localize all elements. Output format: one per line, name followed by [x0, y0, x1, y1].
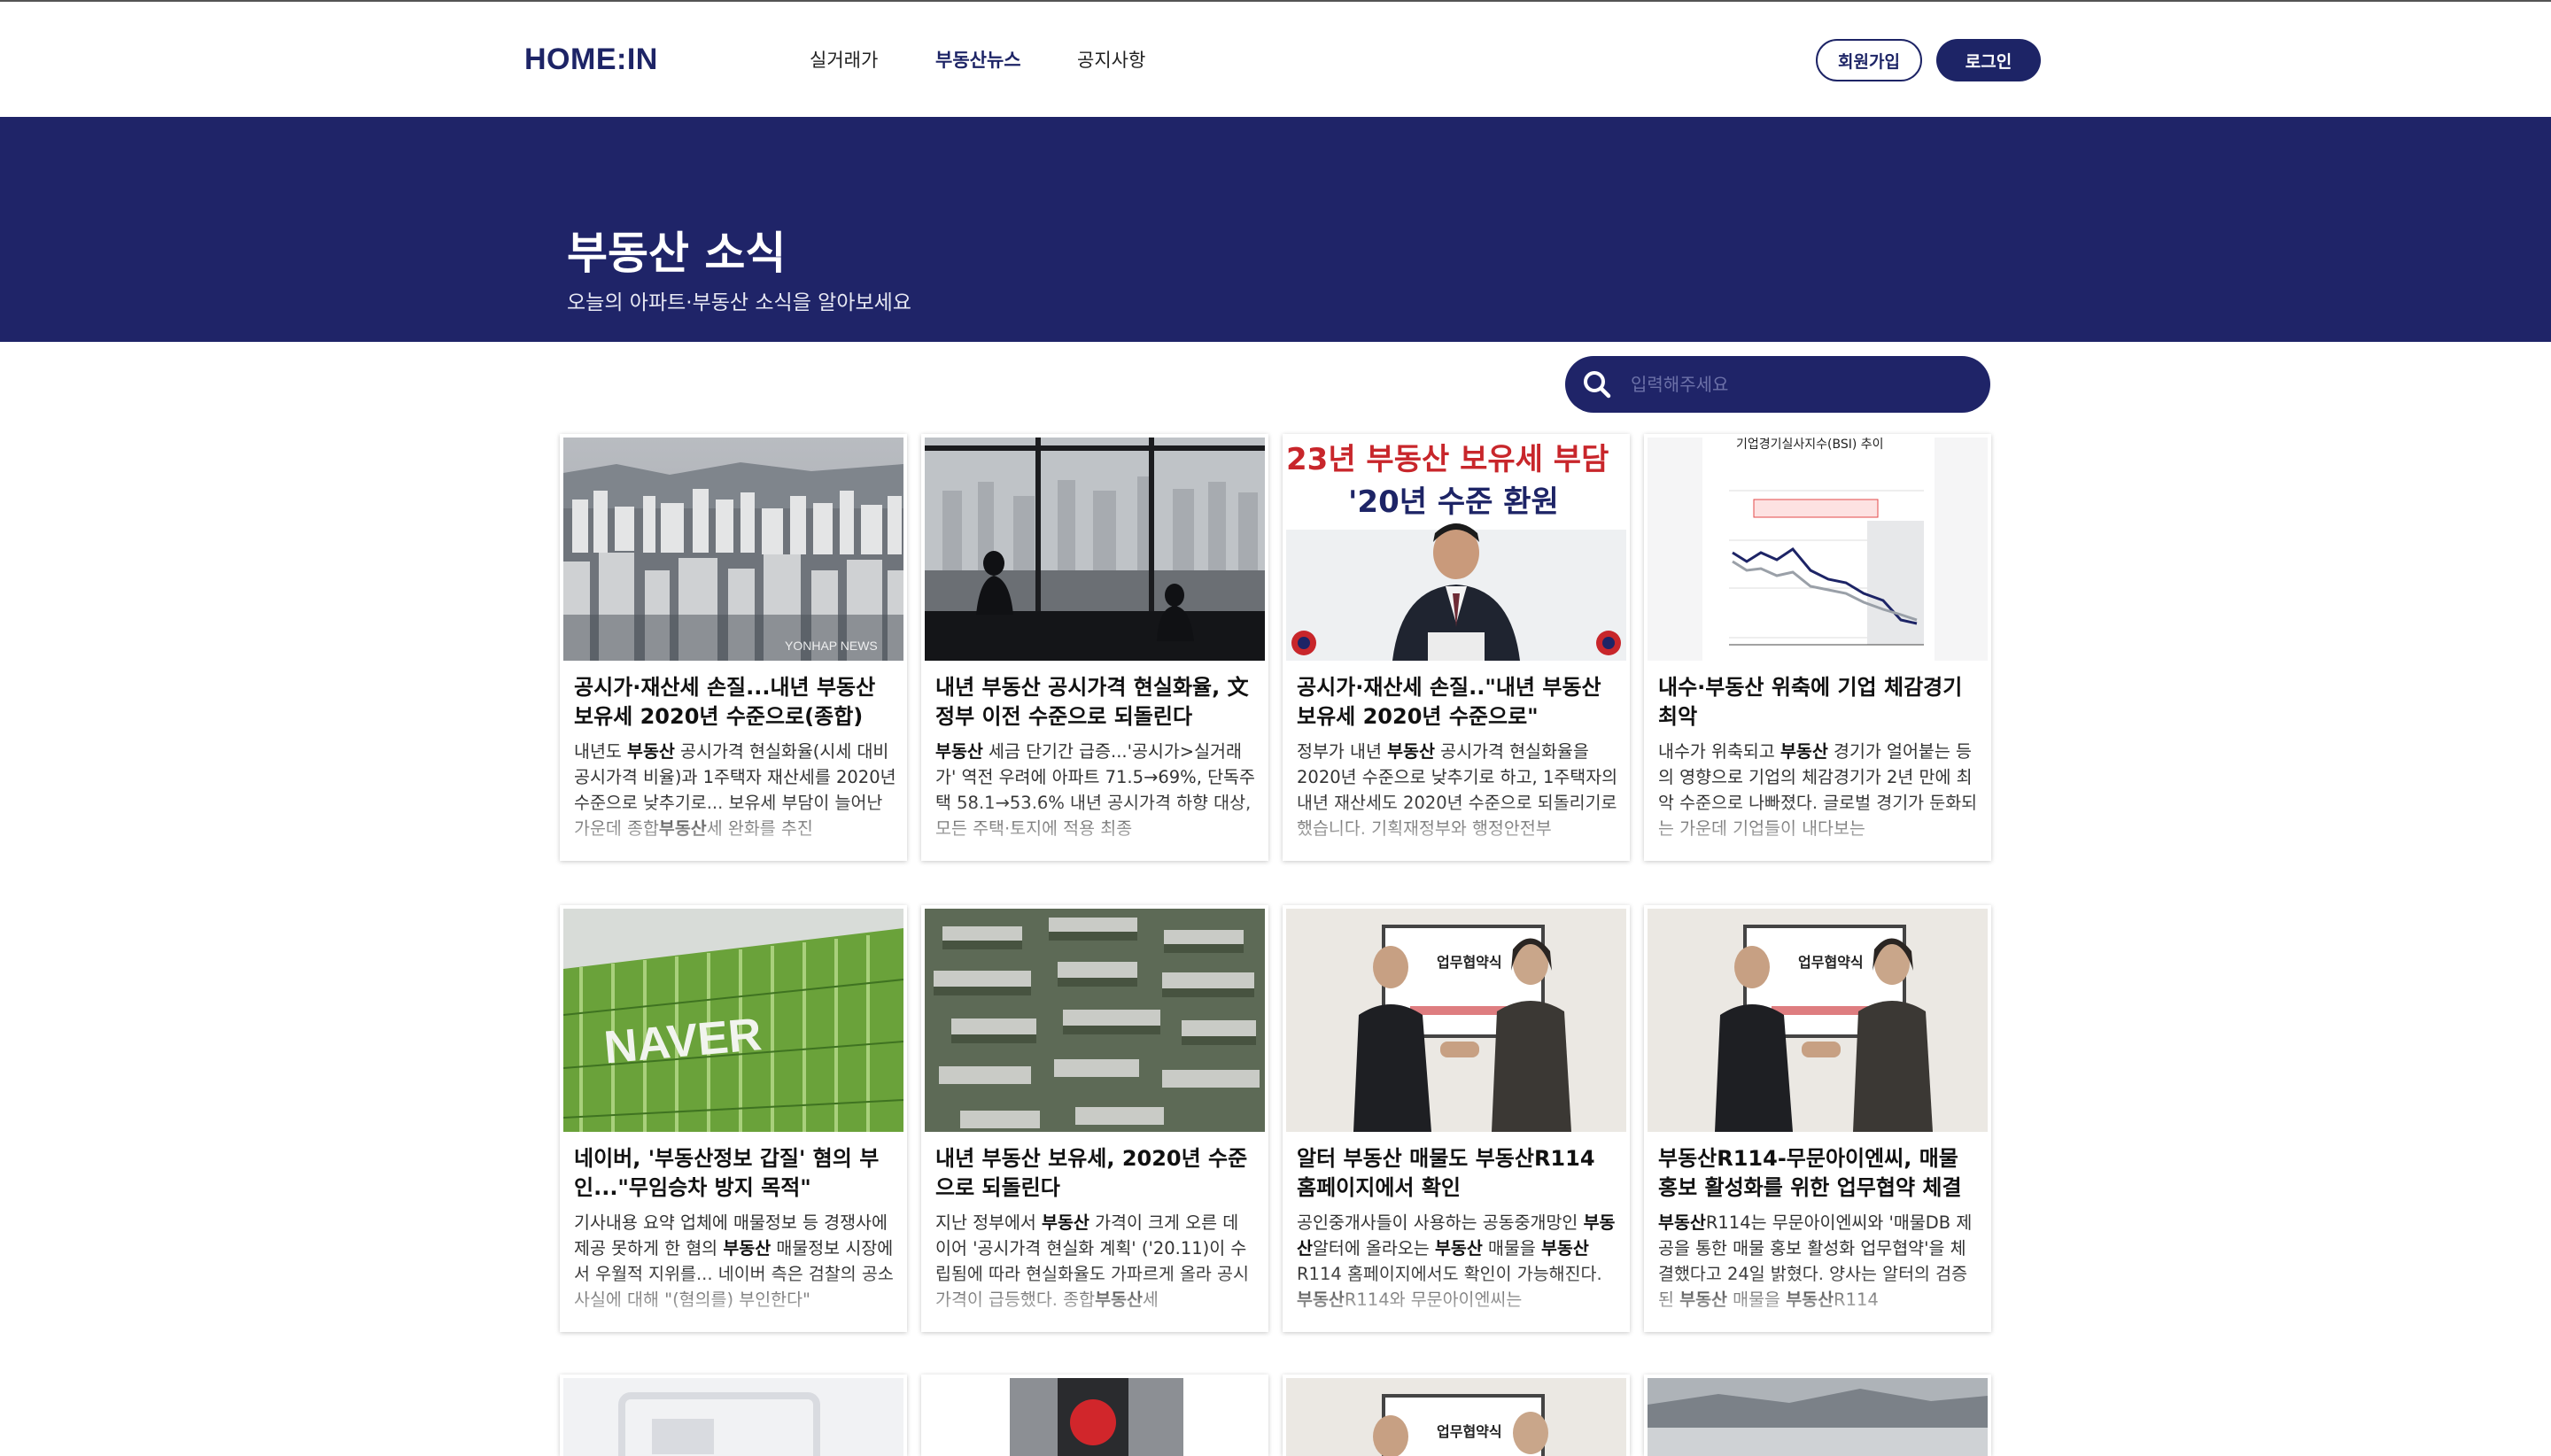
- news-card[interactable]: [560, 1375, 907, 1456]
- news-card[interactable]: 업무협약식: [1283, 1375, 1630, 1456]
- svg-text:'20년 수준 환원: '20년 수준 환원: [1348, 484, 1559, 520]
- news-card[interactable]: 내년 부동산 보유세, 2020년 수준으로 되돌린다 지난 정부에서 부동산 …: [921, 905, 1268, 1332]
- svg-text:YONHAP NEWS: YONHAP NEWS: [785, 639, 878, 653]
- signup-button[interactable]: 회원가입: [1816, 39, 1922, 81]
- news-thumbnail-city-skyline: [1648, 1378, 1988, 1456]
- news-description: 지난 정부에서 부동산 가격이 크게 오른 데 이어 '공시가격 현실화 계획'…: [935, 1212, 1249, 1310]
- svg-text:업무협약식: 업무협약식: [1437, 1423, 1502, 1440]
- page-subtitle: 오늘의 아파트·부동산 소식을 알아보세요: [567, 291, 911, 314]
- news-thumbnail-bsi-chart: 기업경기실사지수(BSI) 추이: [1648, 438, 1988, 661]
- news-description: 부동산R114는 무문아이엔씨와 '매물DB 제공을 통한 매물 홍보 활성화 …: [1658, 1212, 1973, 1310]
- page-title: 부동산 소식: [567, 228, 787, 279]
- news-title[interactable]: 알터 부동산 매물도 부동산R114 홈페이지에서 확인: [1297, 1144, 1619, 1203]
- svg-text:업무협약식: 업무협약식: [1798, 954, 1864, 971]
- news-description: 공인중개사들이 사용하는 공동중개망인 부동산알터에 올라오는 부동산 매물을 …: [1297, 1212, 1616, 1310]
- news-thumbnail-apartment-complex: [925, 909, 1265, 1132]
- news-title[interactable]: 내년 부동산 공시가격 현실화율, 文 정부 이전 수준으로 되돌린다: [935, 673, 1258, 732]
- news-description: 부동산 세금 단기간 급증...'공시가>실거래가' 역전 우려에 아파트 71…: [935, 741, 1255, 839]
- news-description: 내년도 부동산 공시가격 현실화율(시세 대비 공시가격 비율)과 1주택자 재…: [574, 741, 896, 839]
- news-title[interactable]: 공시가·재산세 손질.."내년 부동산 보유세 2020년 수준으로": [1297, 673, 1619, 732]
- news-thumbnail-press-briefing: 23년 부동산 보유세 부담 '20년 수준 환원: [1286, 438, 1626, 661]
- nav-item-notices[interactable]: 공지사항: [1077, 46, 1145, 73]
- site-header: HOME:IN 실거래가 부동산뉴스 공지사항 회원가입 로그인: [0, 2, 2551, 117]
- news-card[interactable]: 23년 부동산 보유세 부담 '20년 수준 환원 공시가·재산세 손질.."내…: [1283, 434, 1630, 861]
- news-title[interactable]: 공시가·재산세 손질...내년 부동산 보유세 2020년 수준으로(종합): [574, 673, 896, 732]
- news-card[interactable]: YONHAP NEWS 공시가·재산세 손질...내년 부동산 보유세 2020…: [560, 434, 907, 861]
- login-button[interactable]: 로그인: [1936, 39, 2041, 81]
- news-thumbnail-city-apartments: YONHAP NEWS: [563, 438, 903, 661]
- news-thumbnail-placeholder: [563, 1378, 903, 1456]
- news-thumbnail-mou-signing: 업무협약식: [1286, 909, 1626, 1132]
- search-input[interactable]: [1631, 367, 1967, 402]
- news-thumbnail-mou-signing: 업무협약식: [1648, 909, 1988, 1132]
- news-card[interactable]: 업무협약식 부동산R114-무문아이엔씨, 매물 홍보 활성화를 위한 업무협약…: [1644, 905, 1991, 1332]
- news-card[interactable]: 기업경기실사지수(BSI) 추이 내수·부동산 위축에 기업 체감경기 최악 내…: [1644, 434, 1991, 861]
- svg-text:업무협약식: 업무협약식: [1437, 954, 1502, 971]
- svg-text:기업경기실사지수(BSI) 추이: 기업경기실사지수(BSI) 추이: [1736, 438, 1884, 452]
- nav-item-real-price[interactable]: 실거래가: [810, 46, 878, 73]
- news-thumbnail-mou-signing: 업무협약식: [1286, 1378, 1626, 1456]
- news-card[interactable]: 내년 부동산 공시가격 현실화율, 文 정부 이전 수준으로 되돌린다 부동산 …: [921, 434, 1268, 861]
- news-thumbnail-observation-deck: [925, 438, 1265, 661]
- news-thumbnail-traffic-light: [925, 1378, 1265, 1456]
- search-icon[interactable]: [1579, 367, 1615, 402]
- site-logo[interactable]: HOME:IN: [524, 43, 658, 77]
- news-card[interactable]: NAVER 네이버, '부동산정보 갑질' 혐의 부인..."무임승차 방지 목…: [560, 905, 907, 1332]
- news-title[interactable]: 내수·부동산 위축에 기업 체감경기 최악: [1658, 673, 1981, 732]
- news-card[interactable]: [1644, 1375, 1991, 1456]
- news-description: 기사내용 요약 업체에 매물정보 등 경쟁사에 제공 못하게 한 혐의 부동산 …: [574, 1212, 894, 1310]
- news-card[interactable]: 업무협약식 알터 부동산 매물도 부동산R114 홈페이지에서 확인 공인중개사…: [1283, 905, 1630, 1332]
- news-title[interactable]: 네이버, '부동산정보 갑질' 혐의 부인..."무임승차 방지 목적": [574, 1144, 896, 1203]
- news-thumbnail-naver-building: NAVER: [563, 909, 903, 1132]
- svg-text:23년 부동산 보유세 부담: 23년 부동산 보유세 부담: [1286, 442, 1609, 477]
- news-description: 내수가 위축되고 부동산 경기가 얼어붙는 등의 영향으로 기업의 체감경기가 …: [1658, 741, 1978, 839]
- news-title[interactable]: 부동산R114-무문아이엔씨, 매물 홍보 활성화를 위한 업무협약 체결: [1658, 1144, 1981, 1203]
- hero-banner: 부동산 소식 오늘의 아파트·부동산 소식을 알아보세요: [0, 117, 2551, 342]
- search-bar[interactable]: [1565, 356, 1990, 413]
- news-description: 정부가 내년 부동산 공시가격 현실화율을 2020년 수준으로 낮추기로 하고…: [1297, 741, 1618, 839]
- nav-item-real-estate-news[interactable]: 부동산뉴스: [935, 46, 1021, 73]
- news-title[interactable]: 내년 부동산 보유세, 2020년 수준으로 되돌린다: [935, 1144, 1258, 1203]
- news-card[interactable]: [921, 1375, 1268, 1456]
